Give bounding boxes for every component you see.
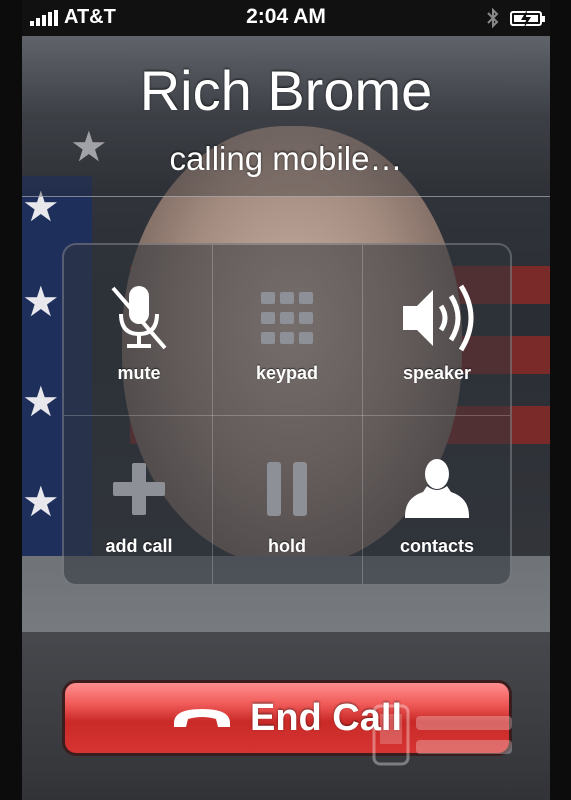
phone-screen: ★ ★ ★ ★ ★ AT&T 2:04 AM	[22, 0, 550, 800]
bluetooth-icon	[487, 7, 499, 29]
status-bar: AT&T 2:04 AM	[22, 0, 550, 36]
plus-icon	[113, 463, 165, 515]
phone-hangup-icon	[173, 709, 230, 727]
add-call-button[interactable]: add call	[64, 416, 214, 584]
add-call-label: add call	[105, 536, 173, 556]
pause-icon	[267, 462, 307, 516]
call-controls-grid: mute keypad speaker add call hold contac…	[62, 243, 512, 586]
mute-label: mute	[117, 363, 161, 383]
contacts-button[interactable]: contacts	[362, 416, 510, 584]
star-icon: ★	[22, 278, 60, 325]
status-time: 2:04 AM	[246, 5, 326, 28]
hold-button[interactable]: hold	[212, 416, 362, 584]
keypad-icon	[261, 292, 313, 344]
battery-charging-icon	[510, 9, 545, 28]
phone-scoop-logo	[372, 704, 512, 766]
call-status: calling mobile…	[169, 140, 403, 177]
keypad-button[interactable]: keypad	[212, 245, 362, 415]
microphone-muted-icon	[111, 286, 167, 350]
contacts-label: contacts	[399, 536, 475, 556]
star-icon: ★	[22, 378, 60, 425]
contact-name: Rich Brome	[139, 59, 433, 122]
person-icon	[405, 459, 469, 518]
keypad-label: keypad	[255, 363, 319, 383]
speaker-icon	[403, 284, 474, 352]
call-header: Rich Brome calling mobile…	[22, 36, 550, 197]
speaker-label: speaker	[402, 363, 472, 383]
status-right	[486, 7, 545, 29]
hold-label: hold	[268, 536, 306, 556]
device-frame: ★ ★ ★ ★ ★ AT&T 2:04 AM	[0, 0, 571, 800]
star-icon: ★	[22, 478, 60, 525]
mute-button[interactable]: mute	[64, 245, 214, 415]
speaker-button[interactable]: speaker	[362, 245, 510, 415]
